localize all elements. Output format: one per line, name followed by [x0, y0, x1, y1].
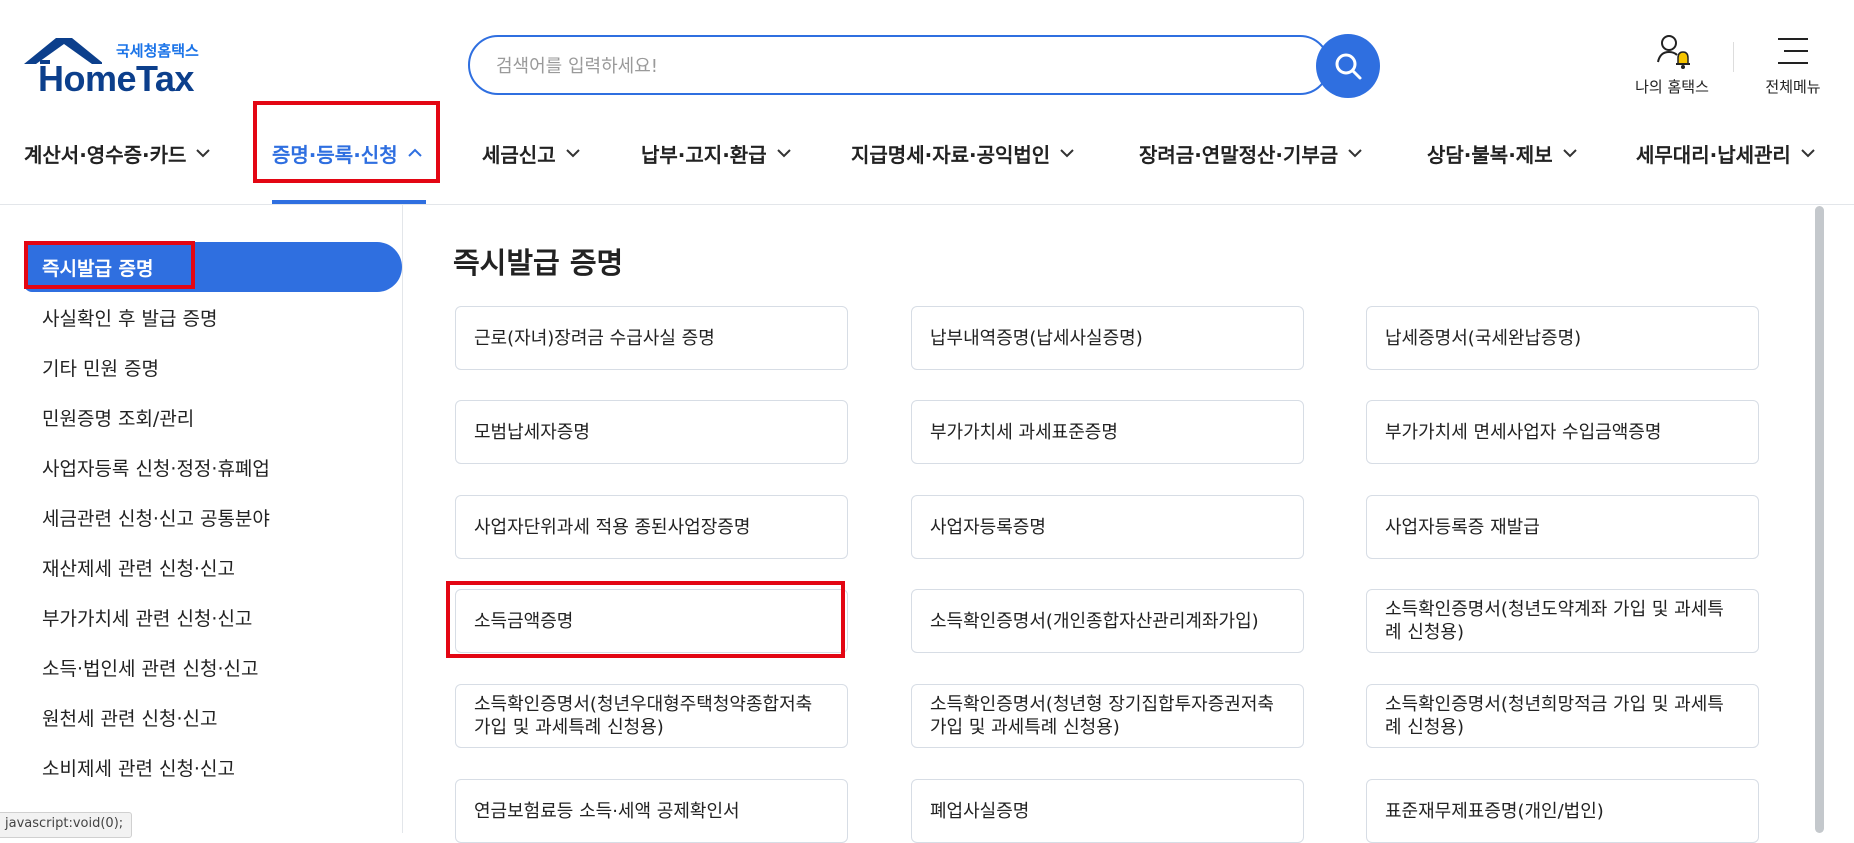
gnb-label: 계산서·영수증·카드	[24, 142, 187, 167]
card-income-youth-housing[interactable]: 소득확인증명서(청년우대형주택청약종합저축 가입 및 과세특례 신청용)	[455, 684, 848, 748]
card-income-youth-hope[interactable]: 소득확인증명서(청년희망적금 가입 및 과세특례 신청용)	[1366, 684, 1759, 748]
sidebar-item-business-registration[interactable]: 사업자등록 신청·정정·휴폐업	[42, 454, 270, 481]
card-unit-taxation[interactable]: 사업자단위과세 적용 종된사업장증명	[455, 495, 848, 559]
sidebar-item-civil-inquiry[interactable]: 민원증명 조회/관리	[42, 404, 194, 431]
sidebar: 즉시발급 증명 사실확인 후 발급 증명 기타 민원 증명 민원증명 조회/관리…	[0, 204, 403, 833]
status-bar-url: javascript:void(0);	[0, 812, 133, 838]
card-income-youth-fund[interactable]: 소득확인증명서(청년형 장기집합투자증권저축 가입 및 과세특례 신청용)	[911, 684, 1304, 748]
card-financial-statements[interactable]: 표준재무제표증명(개인/법인)	[1366, 779, 1759, 843]
chevron-down-icon	[565, 149, 580, 158]
page-title: 즉시발급 증명	[453, 246, 624, 280]
hometax-logo[interactable]: 국세청홈택스 HomeTax	[22, 36, 222, 99]
card-business-registration-proof[interactable]: 사업자등록증명	[911, 495, 1304, 559]
card-pension-deduction[interactable]: 연금보험료등 소득·세액 공제확인서	[455, 779, 848, 843]
sidebar-item-other-civil[interactable]: 기타 민원 증명	[42, 354, 159, 381]
card-vat-standard[interactable]: 부가가치세 과세표준증명	[911, 400, 1304, 464]
card-income-amount-proof[interactable]: 소득금액증명	[455, 589, 848, 653]
chevron-down-icon	[196, 149, 211, 158]
card-closure-proof[interactable]: 폐업사실증명	[911, 779, 1304, 843]
header-divider	[1733, 42, 1734, 72]
chevron-up-icon	[407, 148, 422, 157]
sidebar-item-tax-common[interactable]: 세금관련 신청·신고 공통분야	[42, 504, 270, 531]
my-hometax-link[interactable]: 나의 홈택스	[1622, 30, 1722, 100]
gnb-label: 증명·등록·신청	[272, 142, 398, 167]
hamburger-menu-icon	[1778, 38, 1808, 64]
vertical-scrollbar[interactable]	[1815, 206, 1824, 833]
card-vat-exempt-income[interactable]: 부가가치세 면세사업자 수입금액증명	[1366, 400, 1759, 464]
search-input[interactable]	[494, 51, 1278, 81]
search-icon	[1335, 53, 1362, 80]
header: 국세청홈택스 HomeTax 나의 홈택스 전체메뉴	[0, 0, 1854, 100]
chevron-down-icon	[1348, 149, 1362, 158]
gnb-item-tax-agent[interactable]: 세무대리·납세관리	[1636, 138, 1815, 168]
gnb-label: 세무대리·납세관리	[1636, 142, 1791, 167]
card-registration-reissue[interactable]: 사업자등록증 재발급	[1366, 495, 1759, 559]
all-menu-button[interactable]: 전체메뉴	[1748, 30, 1838, 100]
search-box	[468, 35, 1330, 95]
card-model-taxpayer[interactable]: 모범납세자증명	[455, 400, 848, 464]
gnb-item-consulting[interactable]: 상담·불복·제보	[1427, 138, 1577, 168]
sidebar-item-fact-check[interactable]: 사실확인 후 발급 증명	[42, 304, 217, 331]
gnb-item-payment[interactable]: 납부·고지·환급	[641, 138, 791, 168]
global-navigation: 계산서·영수증·카드 증명·등록·신청 세금신고 납부·고지·환급 지급명세·자…	[0, 100, 1854, 205]
gnb-item-certificate[interactable]: 증명·등록·신청	[272, 138, 422, 168]
user-bell-icon	[1657, 35, 1690, 69]
chevron-down-icon	[1562, 149, 1577, 158]
gnb-item-incentives[interactable]: 장려금·연말정산·기부금	[1139, 138, 1362, 168]
chevron-down-icon	[1801, 149, 1815, 158]
chevron-down-icon	[1060, 149, 1074, 158]
gnb-item-statements[interactable]: 지급명세·자료·공익법인	[851, 138, 1074, 168]
sidebar-item-vat[interactable]: 부가가치세 관련 신청·신고	[42, 604, 252, 631]
gnb-label: 세금신고	[482, 142, 556, 167]
card-payment-history[interactable]: 납부내역증명(납세사실증명)	[911, 306, 1304, 370]
gnb-item-tax-report[interactable]: 세금신고	[482, 138, 580, 168]
sidebar-item-income-corporate[interactable]: 소득·법인세 관련 신청·신고	[42, 654, 258, 681]
sidebar-item-instant-issue[interactable]: 즉시발급 증명	[42, 254, 154, 281]
card-work-incentive-proof[interactable]: 근로(자녀)장려금 수급사실 증명	[455, 306, 848, 370]
my-hometax-label: 나의 홈택스	[1635, 78, 1709, 96]
chevron-down-icon	[776, 149, 791, 158]
sidebar-item-property-tax[interactable]: 재산제세 관련 신청·신고	[42, 554, 235, 581]
card-tax-clearance[interactable]: 납세증명서(국세완납증명)	[1366, 306, 1759, 370]
gnb-label: 상담·불복·제보	[1427, 142, 1553, 167]
search-button[interactable]	[1316, 34, 1380, 98]
sidebar-item-withholding[interactable]: 원천세 관련 신청·신고	[42, 704, 217, 731]
all-menu-label: 전체메뉴	[1765, 78, 1821, 96]
gnb-label: 장려금·연말정산·기부금	[1139, 142, 1339, 167]
gnb-item-invoice[interactable]: 계산서·영수증·카드	[24, 138, 211, 168]
main-content: 즉시발급 증명 근로(자녀)장려금 수급사실 증명 납부내역증명(납세사실증명)…	[403, 204, 1854, 843]
card-income-isa[interactable]: 소득확인증명서(개인종합자산관리계좌가입)	[911, 589, 1304, 653]
gnb-label: 지급명세·자료·공익법인	[851, 142, 1051, 167]
card-income-youth-leap[interactable]: 소득확인증명서(청년도약계좌 가입 및 과세특례 신청용)	[1366, 589, 1759, 653]
sidebar-item-consumption-tax[interactable]: 소비제세 관련 신청·신고	[42, 754, 235, 781]
gnb-label: 납부·고지·환급	[641, 142, 767, 167]
